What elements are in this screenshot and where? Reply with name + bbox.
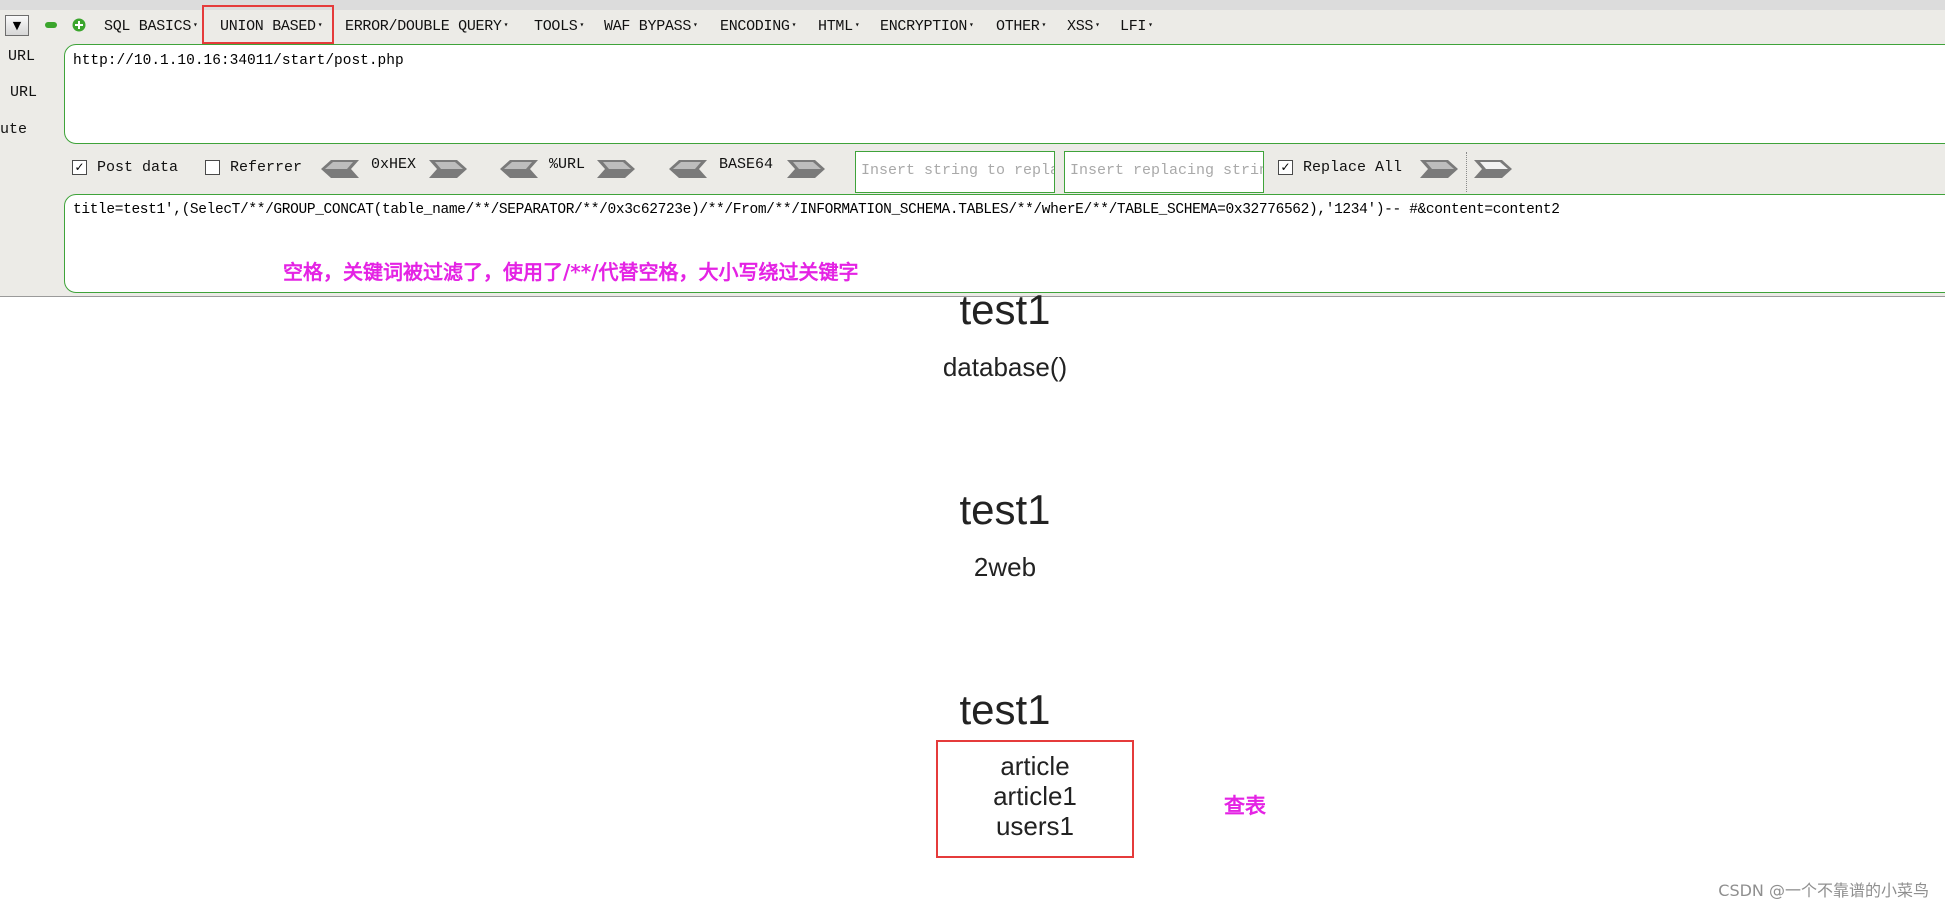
menu-other[interactable]: OTHER ▾ [996, 15, 1046, 37]
result-content: database() [942, 352, 1068, 382]
replace-forward-arrow-icon[interactable] [1420, 159, 1458, 179]
sidebar-label-split-url[interactable]: URL [10, 84, 37, 101]
url-field[interactable]: http://10.1.10.16:34011/start/post.php [64, 44, 1945, 144]
table-name: article [1000, 751, 1070, 781]
caret-down-icon: ▾ [1148, 21, 1153, 30]
caret-down-icon: ▾ [579, 21, 585, 30]
options-row: ✓ Post data Referrer 0xHEX %URL BASE64 I… [0, 150, 1945, 193]
sidebar-label-load-url[interactable]: URL [8, 48, 35, 65]
url-field-value: http://10.1.10.16:34011/start/post.php [73, 53, 404, 69]
caret-down-icon: ▾ [854, 21, 860, 30]
result-title: test1 [959, 686, 1051, 733]
caret-down-icon: ▾ [693, 21, 698, 30]
highlight-box-union-based [202, 5, 334, 44]
hex-decode-arrow-icon[interactable] [321, 159, 359, 179]
caret-down-icon: ▾ [791, 21, 797, 30]
url-encoder-label: %URL [549, 156, 586, 173]
hex-encoder-label: 0xHEX [371, 156, 417, 173]
menu-lfi[interactable]: LFI ▾ [1120, 15, 1153, 37]
post-data-label: Post data [97, 159, 179, 176]
result-content: 2web [973, 552, 1037, 582]
url-decode-arrow-icon[interactable] [500, 159, 538, 179]
caret-down-icon: ▾ [503, 21, 509, 30]
replace-all-checkbox[interactable]: ✓ [1278, 160, 1293, 175]
minus-icon[interactable] [44, 18, 58, 32]
result-title: test1 [959, 486, 1051, 533]
plus-icon[interactable] [72, 18, 86, 32]
menu-xss[interactable]: XSS ▾ [1067, 15, 1100, 37]
menu-sql-basics[interactable]: SQL BASICS ▾ [104, 15, 198, 37]
url-encode-arrow-icon[interactable] [597, 159, 635, 179]
replace-all-label: Replace All [1303, 159, 1403, 176]
sidebar-label-execute[interactable]: ute [0, 121, 27, 138]
post-data-value: title=test1',(SelecT/**/GROUP_CONCAT(tab… [73, 202, 1560, 218]
dropdown-toggle-button[interactable]: ▼ [5, 15, 29, 36]
menu-encoding[interactable]: ENCODING ▾ [720, 15, 796, 37]
menu-html[interactable]: HTML ▾ [818, 15, 860, 37]
table-annotation: 查表 [1224, 794, 1266, 818]
separator [1466, 152, 1467, 192]
result-title: test1 [959, 286, 1051, 333]
menu-tools[interactable]: TOOLS ▾ [534, 15, 584, 37]
caret-down-icon: ▾ [969, 21, 974, 30]
table-name: article1 [993, 781, 1077, 811]
caret-down-icon: ▾ [193, 21, 198, 30]
caret-down-icon: ▾ [1041, 21, 1047, 30]
caret-down-icon: ▾ [1095, 21, 1100, 30]
bypass-annotation: 空格，关键词被过滤了，使用了/**/代替空格，大小写绕过关键字 [283, 260, 859, 284]
table-name: users1 [995, 811, 1075, 841]
base64-decode-arrow-icon[interactable] [669, 159, 707, 179]
hex-encode-arrow-icon[interactable] [429, 159, 467, 179]
menu-waf-bypass[interactable]: WAF BYPASS ▾ [604, 15, 698, 37]
referrer-label: Referrer [230, 159, 303, 176]
hackbar-panel: ▼ SQL BASICS ▾ UNION BASED ▾ ERROR/DOUBLE … [0, 0, 1945, 297]
replace-find-input[interactable]: Insert string to replace [855, 151, 1055, 193]
base64-encode-arrow-icon[interactable] [787, 159, 825, 179]
replace-back-arrow-icon[interactable] [1474, 159, 1512, 179]
base64-encoder-label: BASE64 [719, 156, 774, 173]
referrer-checkbox[interactable] [205, 160, 220, 175]
watermark: CSDN @一个不靠谱的小菜鸟 [1718, 881, 1929, 900]
chevron-down-icon: ▼ [12, 19, 22, 32]
replace-with-input[interactable]: Insert replacing string [1064, 151, 1264, 193]
menu-error-double-query[interactable]: ERROR/DOUBLE QUERY ▾ [345, 15, 508, 37]
menu-encryption[interactable]: ENCRYPTION ▾ [880, 15, 974, 37]
post-data-checkbox[interactable]: ✓ [72, 160, 87, 175]
